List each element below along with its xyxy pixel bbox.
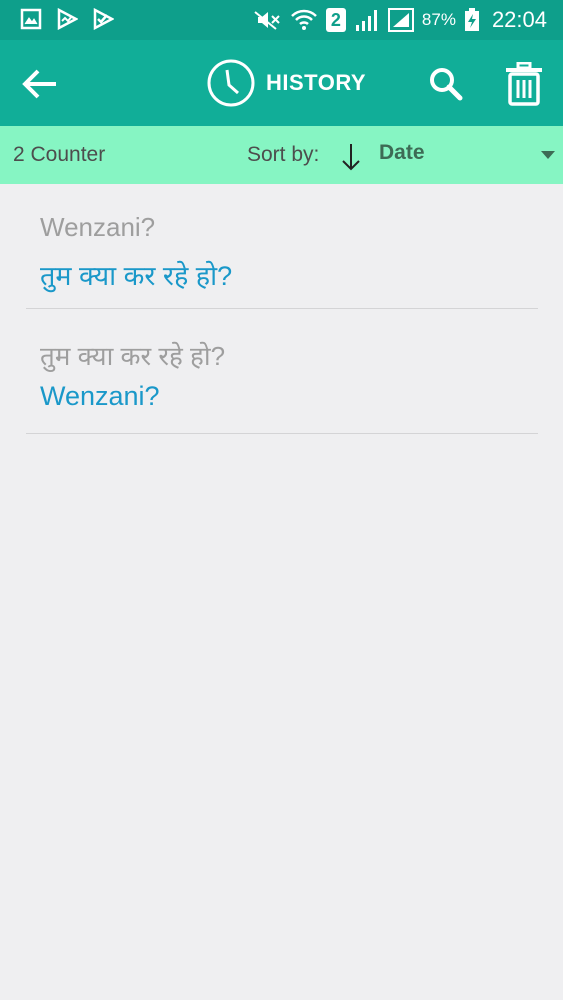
app-bar: HISTORY xyxy=(0,40,563,126)
list-item[interactable]: तुम क्या कर रहे हो? Wenzani? xyxy=(26,309,538,434)
search-icon[interactable] xyxy=(428,66,464,102)
sort-arrow-icon[interactable] xyxy=(340,142,362,172)
gallery-icon xyxy=(20,8,42,30)
notification-icons xyxy=(20,8,114,30)
translation-text: तुम क्या कर रहे हो? xyxy=(40,261,233,291)
signal-icon xyxy=(387,8,414,32)
source-text: Wenzani? xyxy=(40,212,156,242)
sim-slot-badge: 2 xyxy=(325,8,346,32)
clock-time: 22:04 xyxy=(491,7,547,32)
history-list: Wenzani? तुम क्या कर रहे हो? तुम क्या कर… xyxy=(26,184,538,434)
back-arrow-icon[interactable] xyxy=(20,64,60,104)
sort-bar: 2 Counter Sort by: Date xyxy=(0,126,563,184)
battery-icon xyxy=(464,8,479,31)
status-bar: 2 87% 22:04 xyxy=(0,0,563,40)
page-title-group: HISTORY xyxy=(206,58,366,108)
signal-icon xyxy=(355,10,377,31)
mute-icon xyxy=(254,11,280,30)
list-item[interactable]: Wenzani? तुम क्या कर रहे हो? xyxy=(26,184,538,309)
clock-icon xyxy=(207,59,255,107)
battery-percent: 87% xyxy=(421,10,456,29)
play-store-icon xyxy=(57,8,78,30)
download-check-icon xyxy=(93,8,114,30)
page-title: HISTORY xyxy=(266,70,367,95)
history-counter: 2 Counter xyxy=(13,143,106,166)
system-icons: 2 87% 22:04 xyxy=(252,6,547,34)
source-text: तुम क्या कर रहे हो? xyxy=(40,341,226,371)
chevron-down-icon[interactable] xyxy=(540,150,556,160)
sort-label: Sort by: xyxy=(247,143,320,166)
translation-text: Wenzani? xyxy=(40,381,160,411)
sort-select[interactable]: Date xyxy=(379,141,425,165)
trash-icon[interactable] xyxy=(504,62,544,106)
wifi-icon xyxy=(291,9,317,30)
